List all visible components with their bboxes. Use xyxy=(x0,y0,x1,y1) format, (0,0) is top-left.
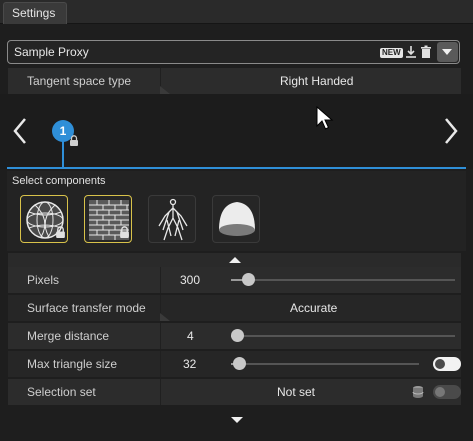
new-proxy-button[interactable]: NEW xyxy=(380,48,403,58)
components-title: Select components xyxy=(12,175,106,187)
max-triangle-slider-handle[interactable] xyxy=(233,357,246,370)
component-dome[interactable] xyxy=(212,195,260,243)
marker-stem xyxy=(62,140,64,168)
download-icon[interactable] xyxy=(404,45,418,59)
merge-distance-label: Merge distance xyxy=(27,329,110,343)
merge-distance-slider-handle[interactable] xyxy=(231,329,244,342)
merge-distance-value[interactable]: 4 xyxy=(187,329,194,343)
surface-transfer-label: Surface transfer mode xyxy=(27,301,146,315)
mouse-cursor-icon xyxy=(316,105,334,135)
merge-distance-slider-track[interactable] xyxy=(231,335,455,337)
components-section: Select components xyxy=(7,171,466,251)
trash-icon[interactable] xyxy=(419,45,433,59)
max-triangle-label: Max triangle size xyxy=(27,357,118,371)
tangent-space-value[interactable]: Right Handed xyxy=(280,74,353,88)
corner-mark xyxy=(160,313,170,321)
merge-distance-row: Merge distance 4 xyxy=(8,323,461,349)
tab-settings[interactable]: Settings xyxy=(3,2,67,24)
lock-icon xyxy=(69,135,79,149)
toggle-knob xyxy=(435,359,445,369)
component-brick[interactable] xyxy=(84,195,132,243)
toggle-knob xyxy=(435,387,445,397)
dome-shape-icon xyxy=(219,202,255,236)
pixels-slider-track[interactable] xyxy=(231,279,455,281)
pixels-value[interactable]: 300 xyxy=(180,273,200,287)
selection-set-toggle[interactable] xyxy=(433,385,461,399)
max-triangle-row: Max triangle size 32 xyxy=(8,351,461,377)
pixels-row: Pixels 300 xyxy=(8,267,461,293)
corner-mark xyxy=(160,86,170,94)
selection-set-value[interactable]: Not set xyxy=(277,385,315,399)
tab-bar: Settings xyxy=(0,0,473,24)
footer-bar xyxy=(0,412,473,441)
lock-icon xyxy=(55,226,66,241)
timeline-viewer[interactable]: 1 xyxy=(0,94,473,169)
component-skeleton[interactable] xyxy=(148,195,196,243)
max-triangle-slider-track[interactable] xyxy=(231,363,419,365)
skeleton-icon xyxy=(158,198,188,241)
surface-transfer-row[interactable]: Surface transfer mode Accurate xyxy=(8,295,461,321)
component-sphere[interactable] xyxy=(20,195,68,243)
timeline-line xyxy=(7,167,466,169)
selection-set-label: Selection set xyxy=(27,385,96,399)
chevron-up-icon[interactable] xyxy=(229,257,241,263)
divider xyxy=(160,351,161,377)
collapse-handle[interactable] xyxy=(8,253,461,267)
max-triangle-value[interactable]: 32 xyxy=(183,357,196,371)
divider xyxy=(160,323,161,349)
chevron-down-icon[interactable] xyxy=(231,417,243,423)
proxy-dropdown-button[interactable] xyxy=(437,42,458,62)
proxy-selector[interactable]: Sample Proxy NEW xyxy=(7,40,460,64)
divider xyxy=(160,379,161,405)
max-triangle-toggle[interactable] xyxy=(433,357,461,371)
settings-panel: Sample Proxy NEW Tangent space type Righ… xyxy=(0,24,473,441)
selection-set-row[interactable]: Selection set Not set xyxy=(8,379,461,405)
lock-icon xyxy=(119,226,130,241)
pixels-label: Pixels xyxy=(27,273,60,287)
proxy-name: Sample Proxy xyxy=(14,45,89,59)
previous-arrow-icon[interactable] xyxy=(10,116,30,146)
tangent-space-label: Tangent space type xyxy=(27,74,132,88)
next-arrow-icon[interactable] xyxy=(441,116,461,146)
surface-transfer-value[interactable]: Accurate xyxy=(290,301,337,315)
tangent-space-row[interactable]: Tangent space type Right Handed xyxy=(8,68,461,94)
divider xyxy=(160,267,161,293)
database-icon[interactable] xyxy=(411,385,425,402)
pixels-slider-handle[interactable] xyxy=(242,273,255,286)
